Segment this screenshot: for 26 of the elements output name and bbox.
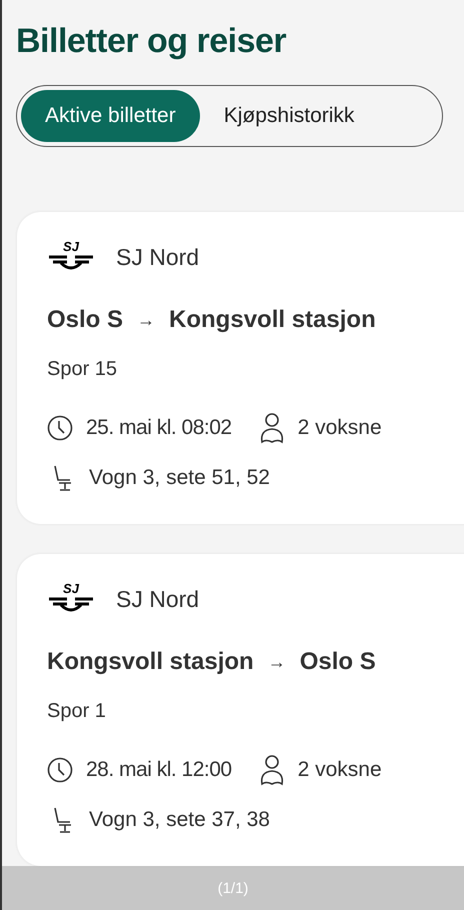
destination-station: Oslo S <box>300 647 376 677</box>
ticket-card[interactable]: SJ SJ Nord Kongsvoll stasjon → Oslo S Spor 1 28. mai kl. 12:00 2 voksne Vogn 3, sete 37, 38 <box>17 554 464 866</box>
ticket-card[interactable]: SJ SJ Nord Oslo S → Kongsvoll stasjon Spor 15 25. mai kl. 08:02 2 voksne Vogn 3, sete 51, 52 <box>17 212 464 524</box>
seat-info: Vogn 3, sete 51, 52 <box>89 465 270 491</box>
departure-time: 25. mai kl. 08:02 <box>86 415 232 442</box>
operator-name: SJ Nord <box>116 242 200 272</box>
arrow-icon: → <box>137 306 156 334</box>
track-text: Spor 1 <box>47 699 107 724</box>
origin-station: Oslo S <box>47 305 124 335</box>
seat-icon <box>52 464 74 492</box>
tab[interactable]: Kjøpshistorikk <box>204 90 374 142</box>
traveller-count: 2 voksne <box>298 415 382 442</box>
page-title: Billetter og reiser <box>16 21 288 62</box>
destination-station: Kongsvoll stasjon <box>169 305 376 335</box>
seat-info: Vogn 3, sete 37, 38 <box>89 807 270 833</box>
origin-station: Kongsvoll stasjon <box>47 647 254 677</box>
seat-icon <box>52 806 74 834</box>
traveller-count: 2 voksne <box>298 757 382 784</box>
arrow-icon: → <box>268 648 286 676</box>
clock-icon <box>47 757 73 783</box>
page-counter: (1/1) <box>218 878 248 898</box>
departure-time: 28. mai kl. 12:00 <box>86 757 232 784</box>
clock-icon <box>47 415 73 441</box>
operator-name: SJ Nord <box>116 584 200 614</box>
track-text: Spor 15 <box>47 357 118 382</box>
tab[interactable]: Aktive billetter <box>21 90 200 142</box>
